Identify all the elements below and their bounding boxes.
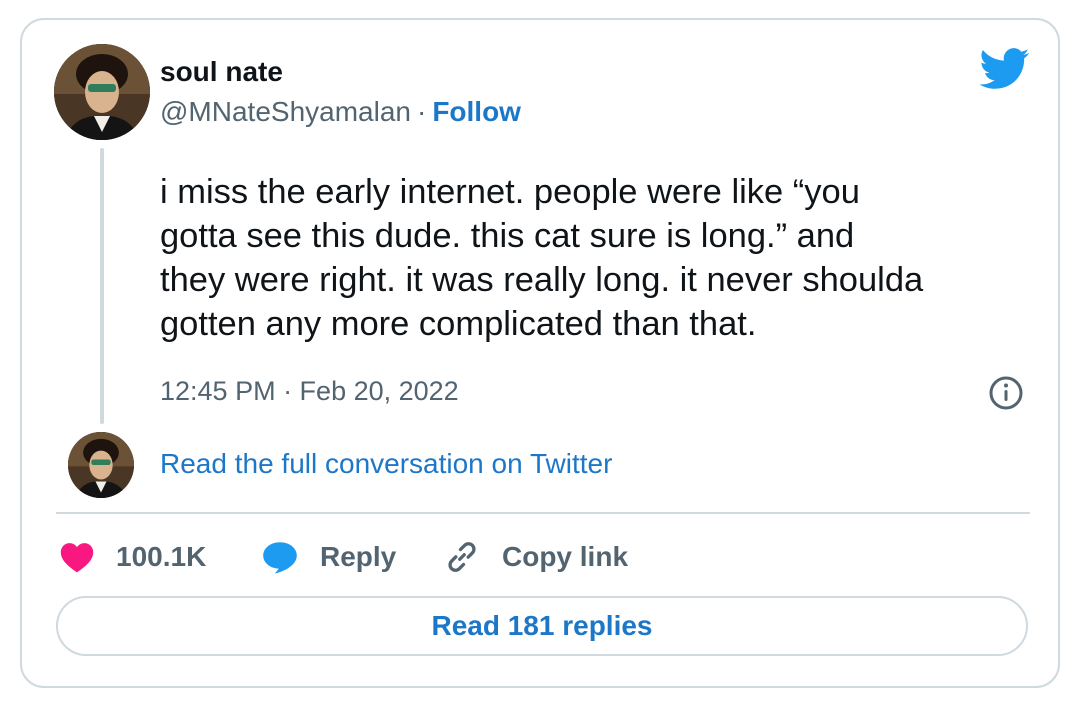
author-avatar[interactable] bbox=[54, 44, 150, 140]
like-count: 100.1K bbox=[116, 541, 207, 572]
follow-link[interactable]: Follow bbox=[432, 96, 521, 127]
info-icon[interactable] bbox=[988, 375, 1024, 411]
tweet-text: i miss the early internet. people were l… bbox=[160, 173, 924, 343]
thread-connector-line bbox=[100, 148, 104, 424]
speech-bubble-icon bbox=[263, 541, 297, 574]
tweet-timestamp[interactable]: 12:45 PM · Feb 20, 2022 bbox=[160, 376, 459, 407]
avatar-portrait-image bbox=[68, 432, 134, 498]
like-button[interactable]: 100.1K bbox=[60, 536, 206, 578]
actions-divider bbox=[56, 512, 1030, 514]
avatar-portrait-image bbox=[54, 44, 150, 140]
read-full-conversation-link[interactable]: Read the full conversation on Twitter bbox=[160, 448, 612, 480]
reply-button[interactable]: Reply bbox=[262, 536, 396, 578]
link-icon bbox=[448, 542, 476, 572]
tweet-card: soul nate @MNateShyamalan · Follow i miss … bbox=[20, 18, 1060, 688]
heart-icon bbox=[60, 542, 94, 572]
twitter-bird-icon[interactable] bbox=[979, 48, 1030, 90]
read-replies-button[interactable]: Read 181 replies bbox=[56, 596, 1028, 656]
handle-separator: · bbox=[416, 96, 427, 127]
copy-link-label: Copy link bbox=[502, 541, 629, 572]
author-avatar-small[interactable] bbox=[68, 432, 134, 498]
author-handle-row: @MNateShyamalan · Follow bbox=[160, 96, 521, 128]
reply-label: Reply bbox=[320, 541, 397, 572]
copy-link-button[interactable]: Copy link bbox=[444, 536, 628, 578]
author-handle[interactable]: @MNateShyamalan bbox=[160, 96, 411, 127]
author-display-name[interactable]: soul nate bbox=[160, 56, 283, 88]
